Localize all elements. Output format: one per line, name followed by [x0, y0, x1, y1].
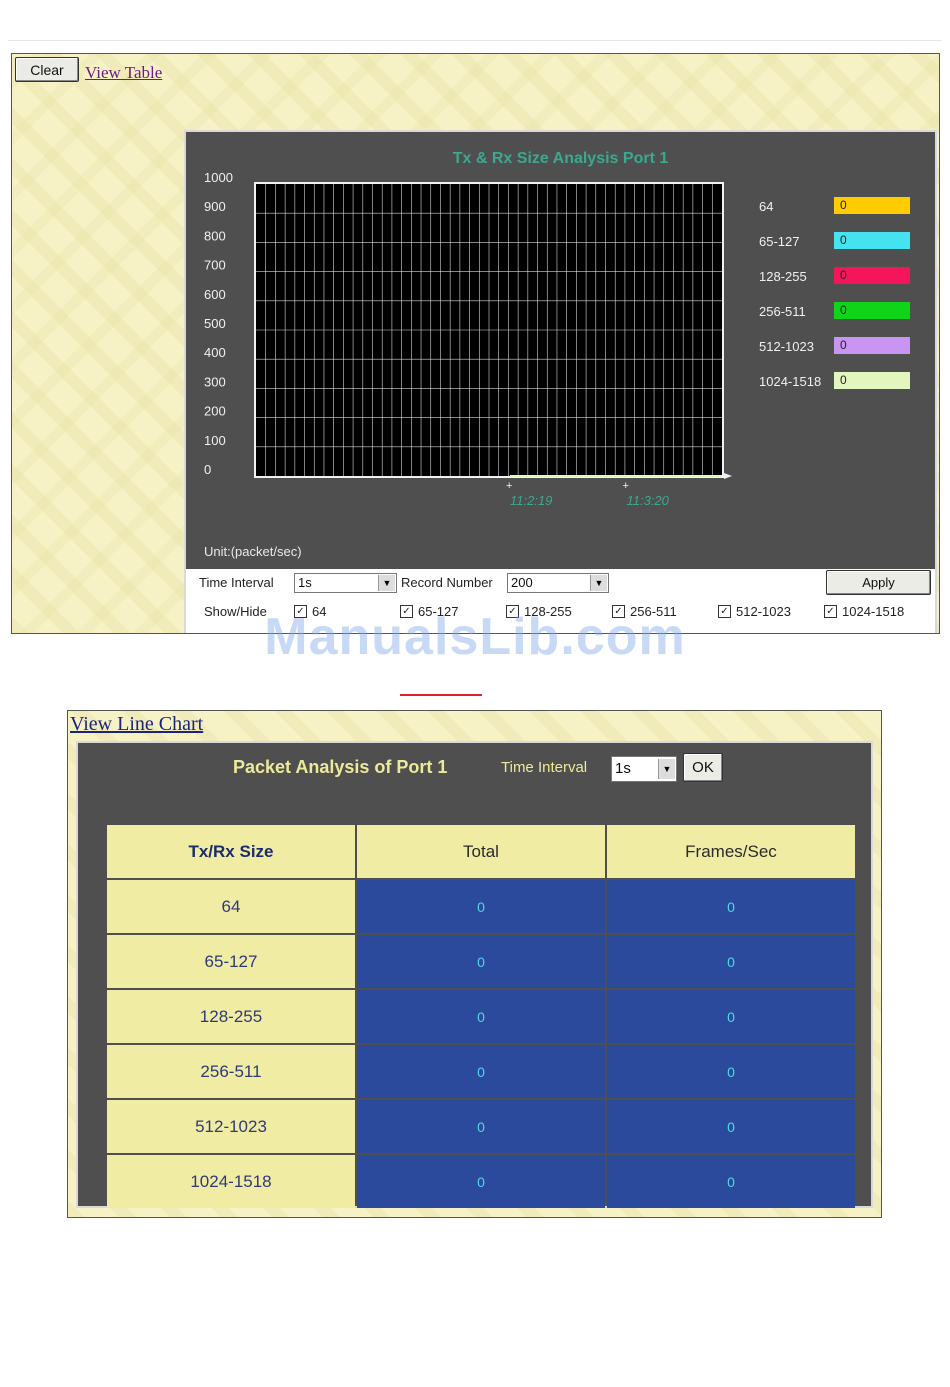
x-tick-marker: + — [622, 480, 628, 492]
chart-title: Tx & Rx Size Analysis Port 1 — [452, 150, 669, 167]
y-tick-label: 1000 — [204, 170, 233, 185]
x-tick-label: 11:2:19 — [510, 493, 552, 508]
chevron-down-icon[interactable]: ▼ — [590, 575, 607, 591]
table-row: 1024-1518 0 0 — [107, 1155, 855, 1208]
line-chart: 10009008007006005004003002001000+11:2:19… — [204, 170, 732, 508]
y-tick-label: 0 — [204, 462, 211, 477]
time-interval-value: 1s — [298, 575, 312, 590]
legend-value-256-511: 0 — [834, 302, 910, 319]
header-fps: Frames/Sec — [607, 825, 855, 878]
record-number-select[interactable]: 200 ▼ — [507, 573, 609, 593]
table-panel: View Line Chart Packet Analysis of Port … — [67, 710, 882, 1218]
row-total: 0 — [357, 935, 605, 988]
table-row: 65-127 0 0 — [107, 935, 855, 988]
x-tick-label: 11:3:20 — [626, 493, 669, 508]
apply-button[interactable]: Apply — [826, 570, 931, 595]
axis-arrow-icon — [724, 473, 732, 479]
time-interval-value: 1s — [615, 760, 631, 777]
time-interval-label: Time Interval — [501, 759, 588, 776]
packet-analysis-title: Packet Analysis of Port 1 — [233, 757, 448, 777]
row-fps: 0 — [607, 1100, 855, 1153]
legend-label-512-1023: 512-1023 — [759, 339, 814, 354]
y-tick-label: 400 — [204, 345, 226, 360]
view-line-chart-link[interactable]: View Line Chart — [70, 713, 203, 736]
row-total: 0 — [357, 1100, 605, 1153]
row-total: 0 — [357, 990, 605, 1043]
chevron-down-icon[interactable]: ▼ — [658, 759, 675, 779]
top-divider — [8, 40, 942, 41]
row-fps: 0 — [607, 880, 855, 933]
y-tick-label: 100 — [204, 433, 226, 448]
y-tick-label: 300 — [204, 374, 226, 389]
row-total: 0 — [357, 1045, 605, 1098]
y-tick-label: 900 — [204, 199, 226, 214]
clear-button[interactable]: Clear — [15, 57, 79, 82]
time-interval-select[interactable]: 1s ▼ — [294, 573, 397, 593]
legend-label-1024-1518: 1024-1518 — [759, 374, 822, 389]
legend-label-256-511: 256-511 — [759, 304, 806, 319]
red-divider — [400, 694, 482, 696]
y-tick-label: 200 — [204, 404, 226, 419]
ok-button[interactable]: OK — [683, 753, 723, 782]
x-tick-marker: + — [506, 480, 512, 492]
row-total: 0 — [357, 880, 605, 933]
table-row: 64 0 0 — [107, 880, 855, 933]
legend-label-65-127: 65-127 — [759, 234, 800, 249]
row-size: 65-127 — [107, 935, 355, 988]
row-fps: 0 — [607, 1155, 855, 1208]
time-interval-select[interactable]: 1s ▼ — [611, 756, 677, 782]
row-fps: 0 — [607, 990, 855, 1043]
chevron-down-icon[interactable]: ▼ — [378, 575, 395, 591]
row-size: 256-511 — [107, 1045, 355, 1098]
table-row: 128-255 0 0 — [107, 990, 855, 1043]
y-tick-label: 800 — [204, 228, 226, 243]
legend-value-64: 0 — [834, 197, 910, 214]
row-size: 1024-1518 — [107, 1155, 355, 1208]
line-chart-panel: Clear View Table Tx & Rx Size Analysis P… — [11, 53, 940, 634]
legend-label-128-255: 128-255 — [759, 269, 807, 284]
unit-label: Unit:(packet/sec) — [204, 544, 302, 559]
header-size: Tx/Rx Size — [107, 825, 355, 878]
legend-label-64: 64 — [759, 199, 774, 214]
y-tick-label: 700 — [204, 258, 226, 273]
y-tick-label: 600 — [204, 287, 226, 302]
header-total: Total — [357, 825, 605, 878]
row-size: 128-255 — [107, 990, 355, 1043]
chart-frame: Tx & Rx Size Analysis Port 1 1000 900 800 7… — [184, 130, 937, 633]
table-header-row: Tx/Rx Size Total Frames/Sec — [107, 825, 855, 878]
record-number-value: 200 — [511, 575, 533, 590]
watermark: ManualsLib.com — [264, 608, 686, 666]
packet-table: Tx/Rx Size Total Frames/Sec 64 0 0 65-12… — [105, 823, 857, 1210]
record-number-label: Record Number — [401, 575, 493, 590]
row-size: 512-1023 — [107, 1100, 355, 1153]
table-row: 512-1023 0 0 — [107, 1100, 855, 1153]
time-interval-label: Time Interval — [199, 575, 274, 590]
legend-value-65-127: 0 — [834, 232, 910, 249]
y-tick-label: 500 — [204, 316, 226, 331]
legend-value-1024-1518: 0 — [834, 372, 910, 389]
row-total: 0 — [357, 1155, 605, 1208]
table-row: 256-511 0 0 — [107, 1045, 855, 1098]
row-fps: 0 — [607, 935, 855, 988]
legend-value-512-1023: 0 — [834, 337, 910, 354]
view-table-link[interactable]: View Table — [85, 63, 162, 83]
row-size: 64 — [107, 880, 355, 933]
packet-analysis-box: Packet Analysis of Port 1 Time Interval … — [76, 741, 873, 1208]
legend-value-128-255: 0 — [834, 267, 910, 284]
row-fps: 0 — [607, 1045, 855, 1098]
